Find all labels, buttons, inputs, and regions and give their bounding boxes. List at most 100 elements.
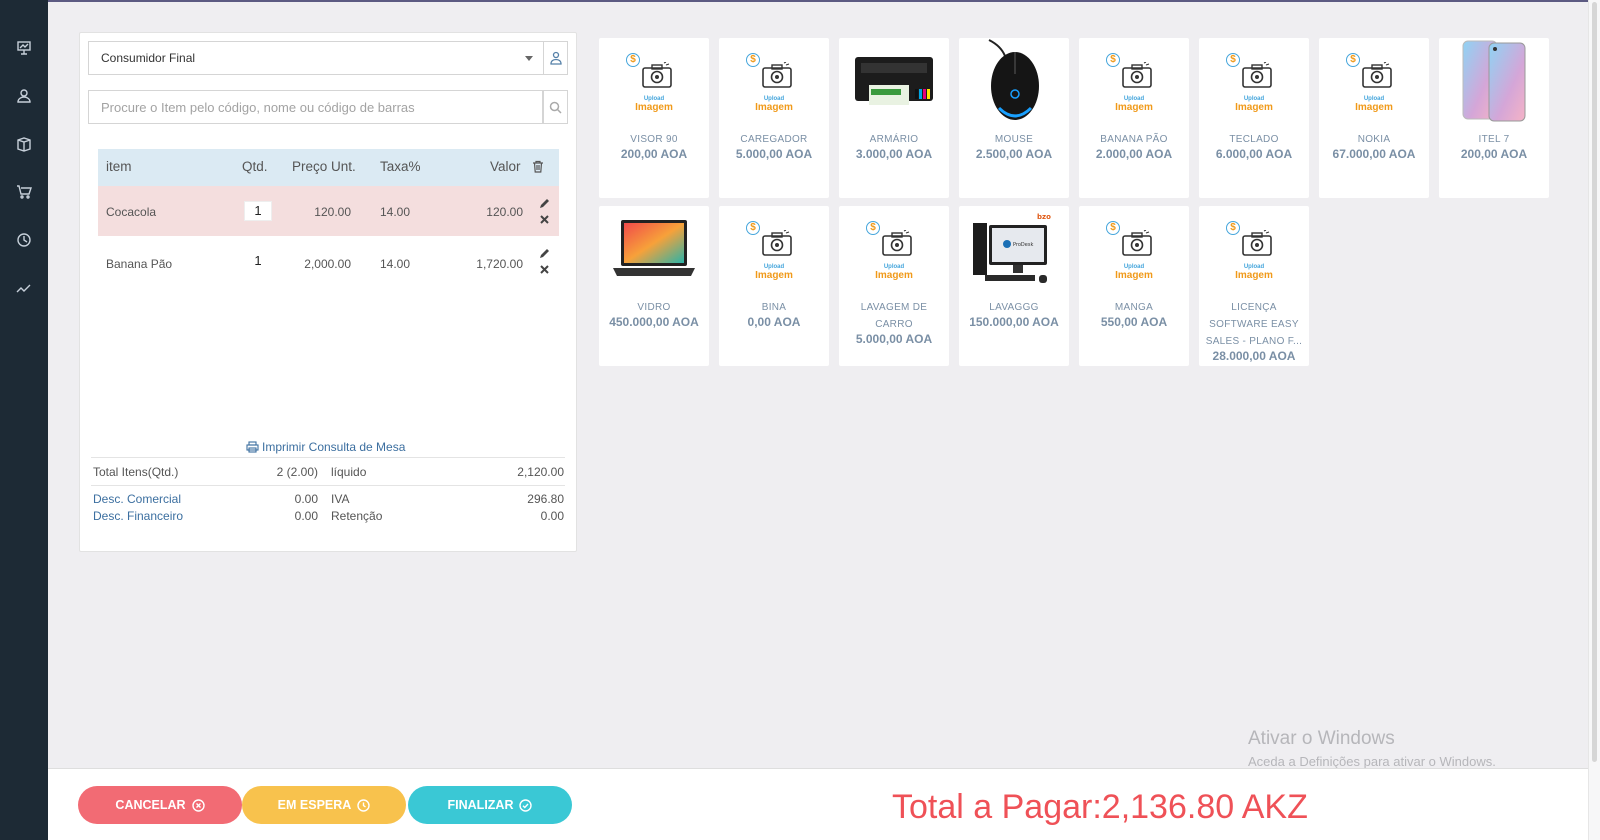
scrollbar-thumb[interactable] xyxy=(1592,2,1597,762)
product-image: $ Upload Imagem xyxy=(1199,38,1309,124)
product-price: 3.000,00 AOA xyxy=(855,147,933,161)
edit-icon[interactable] xyxy=(539,198,550,209)
product-image: $ Upload Imagem xyxy=(1319,38,1429,124)
table-header: item Qtd. Preço Unt. Taxa% Valor xyxy=(98,149,559,186)
product-card[interactable]: $ Upload Imagem VISOR 90 200,00 AOA xyxy=(599,38,709,198)
camera-icon xyxy=(1242,62,1272,88)
divider xyxy=(91,457,565,458)
product-name: ARMÁRIO xyxy=(869,134,919,145)
product-card[interactable]: bzo ProDesk LAVAGGG 150.000,00 AOA xyxy=(959,206,1069,366)
scrollbar[interactable] xyxy=(1588,0,1600,840)
print-table-link[interactable]: Imprimir Consulta de Mesa xyxy=(246,440,405,454)
customer-lookup-button[interactable] xyxy=(543,41,568,75)
trash-icon[interactable] xyxy=(532,160,544,176)
product-card[interactable]: VIDRO 450.000,00 AOA xyxy=(599,206,709,366)
image-label: Imagem xyxy=(1115,102,1153,113)
qty-input[interactable]: 1 xyxy=(244,201,272,221)
header-item: item xyxy=(106,159,132,174)
camera-icon xyxy=(1122,62,1152,88)
hold-button[interactable]: EM ESPERA xyxy=(242,786,406,824)
users-icon[interactable] xyxy=(14,86,34,106)
cancel-button[interactable]: CANCELAR xyxy=(78,786,242,824)
camera-icon xyxy=(1122,230,1152,256)
product-name: MOUSE xyxy=(994,134,1034,145)
product-card[interactable]: $ Upload Imagem MANGA 550,00 AOA xyxy=(1079,206,1189,366)
header-value: Valor xyxy=(490,159,521,174)
product-price: 28.000,00 AOA xyxy=(1212,349,1296,363)
product-card[interactable]: $ Upload Imagem TECLADO 6.000,00 AOA xyxy=(1199,38,1309,198)
upload-image-placeholder: $ Upload Imagem xyxy=(1224,218,1284,281)
table-row[interactable]: Banana Pão 1 2,000.00 14.00 1,720.00 xyxy=(98,238,559,288)
header-tax: Taxa% xyxy=(380,159,421,174)
svg-text:bzo: bzo xyxy=(1037,213,1051,221)
finish-button[interactable]: FINALIZAR xyxy=(408,786,572,824)
product-image: $ Upload Imagem xyxy=(839,206,949,292)
product-card[interactable]: $ Upload Imagem LAVAGEM DE CARRO 5.000,00 AO… xyxy=(839,206,949,366)
product-card[interactable]: $ Upload Imagem LICENÇA SOFTWARE EASY SALES… xyxy=(1199,206,1309,366)
product-image: $ Upload Imagem xyxy=(1079,206,1189,292)
desc-comercial-link[interactable]: Desc. Comercial xyxy=(93,492,181,506)
product-price: 5.000,00 AOA xyxy=(735,147,813,161)
upload-image-placeholder: $ Upload Imagem xyxy=(744,50,804,113)
laptop-image xyxy=(613,220,695,276)
camera-icon xyxy=(1362,62,1392,88)
product-name: VISOR 90 xyxy=(630,134,678,145)
upload-image-placeholder: $ Upload Imagem xyxy=(744,218,804,281)
remove-icon[interactable] xyxy=(539,264,550,275)
search-input[interactable] xyxy=(88,90,543,124)
row-price: 2,000.00 xyxy=(304,257,351,271)
product-name: TECLADO xyxy=(1229,134,1279,145)
product-card[interactable]: ARMÁRIO 3.000,00 AOA xyxy=(839,38,949,198)
customer-select[interactable]: Consumidor Final xyxy=(88,41,544,75)
desc-financeiro-link[interactable]: Desc. Financeiro xyxy=(93,509,183,523)
top-border xyxy=(0,0,1600,2)
product-image: $ Upload Imagem xyxy=(719,38,829,124)
row-tax: 14.00 xyxy=(380,205,411,219)
product-image xyxy=(839,38,949,124)
product-name: LICENÇA SOFTWARE EASY SALES - PLANO F... xyxy=(1205,302,1303,347)
qty-input[interactable]: 1 xyxy=(244,253,272,268)
row-item: Cocacola xyxy=(106,205,157,219)
image-label: Imagem xyxy=(1235,102,1273,113)
trend-icon[interactable] xyxy=(14,278,34,298)
header-price: Preço Unt. xyxy=(292,159,356,174)
product-price: 200,00 AOA xyxy=(620,147,688,161)
clock-icon xyxy=(357,798,371,812)
retencao-label: Retenção xyxy=(331,509,383,523)
hold-button-label: EM ESPERA xyxy=(277,798,352,812)
close-circle-icon xyxy=(191,798,205,812)
coin-icon: $ xyxy=(1226,53,1240,67)
remove-icon[interactable] xyxy=(539,214,550,225)
presentation-icon[interactable] xyxy=(14,38,34,58)
product-card[interactable]: MOUSE 2.500,00 AOA xyxy=(959,38,1069,198)
row-price: 120.00 xyxy=(314,205,351,219)
coin-icon: $ xyxy=(746,221,760,235)
product-card[interactable]: $ Upload Imagem BINA 0,00 AOA xyxy=(719,206,829,366)
row-tax: 14.00 xyxy=(380,257,411,271)
search-icon xyxy=(549,101,562,114)
upload-image-placeholder: $ Upload Imagem xyxy=(864,218,924,281)
product-card[interactable]: $ Upload Imagem NOKIA 67.000,00 AOA xyxy=(1319,38,1429,198)
image-label: Imagem xyxy=(1355,102,1393,113)
coin-icon: $ xyxy=(1226,221,1240,235)
product-image: $ Upload Imagem xyxy=(1079,38,1189,124)
product-name: BANANA PÃO xyxy=(1100,134,1168,145)
printer-image xyxy=(855,57,933,105)
image-label: Imagem xyxy=(1115,270,1153,281)
product-price: 2.500,00 AOA xyxy=(975,147,1053,161)
product-image: $ Upload Imagem xyxy=(719,206,829,292)
camera-icon xyxy=(642,62,672,88)
product-card[interactable]: $ Upload Imagem CAREGADOR 5.000,00 AOA xyxy=(719,38,829,198)
iva-value: 296.80 xyxy=(527,492,564,506)
product-card[interactable]: $ Upload Imagem BANANA PÃO 2.000,00 AOA xyxy=(1079,38,1189,198)
product-card[interactable]: ITEL 7 200,00 AOA xyxy=(1439,38,1549,198)
box-icon[interactable] xyxy=(14,134,34,154)
cart-icon[interactable] xyxy=(14,182,34,202)
table-row[interactable]: Cocacola 1 120.00 14.00 120.00 xyxy=(98,186,559,236)
edit-icon[interactable] xyxy=(539,248,550,259)
product-name: VIDRO xyxy=(637,302,671,313)
history-icon[interactable] xyxy=(14,230,34,250)
upload-image-placeholder: $ Upload Imagem xyxy=(1104,218,1164,281)
search-button[interactable] xyxy=(543,90,568,124)
svg-text:ProDesk: ProDesk xyxy=(1013,242,1033,248)
